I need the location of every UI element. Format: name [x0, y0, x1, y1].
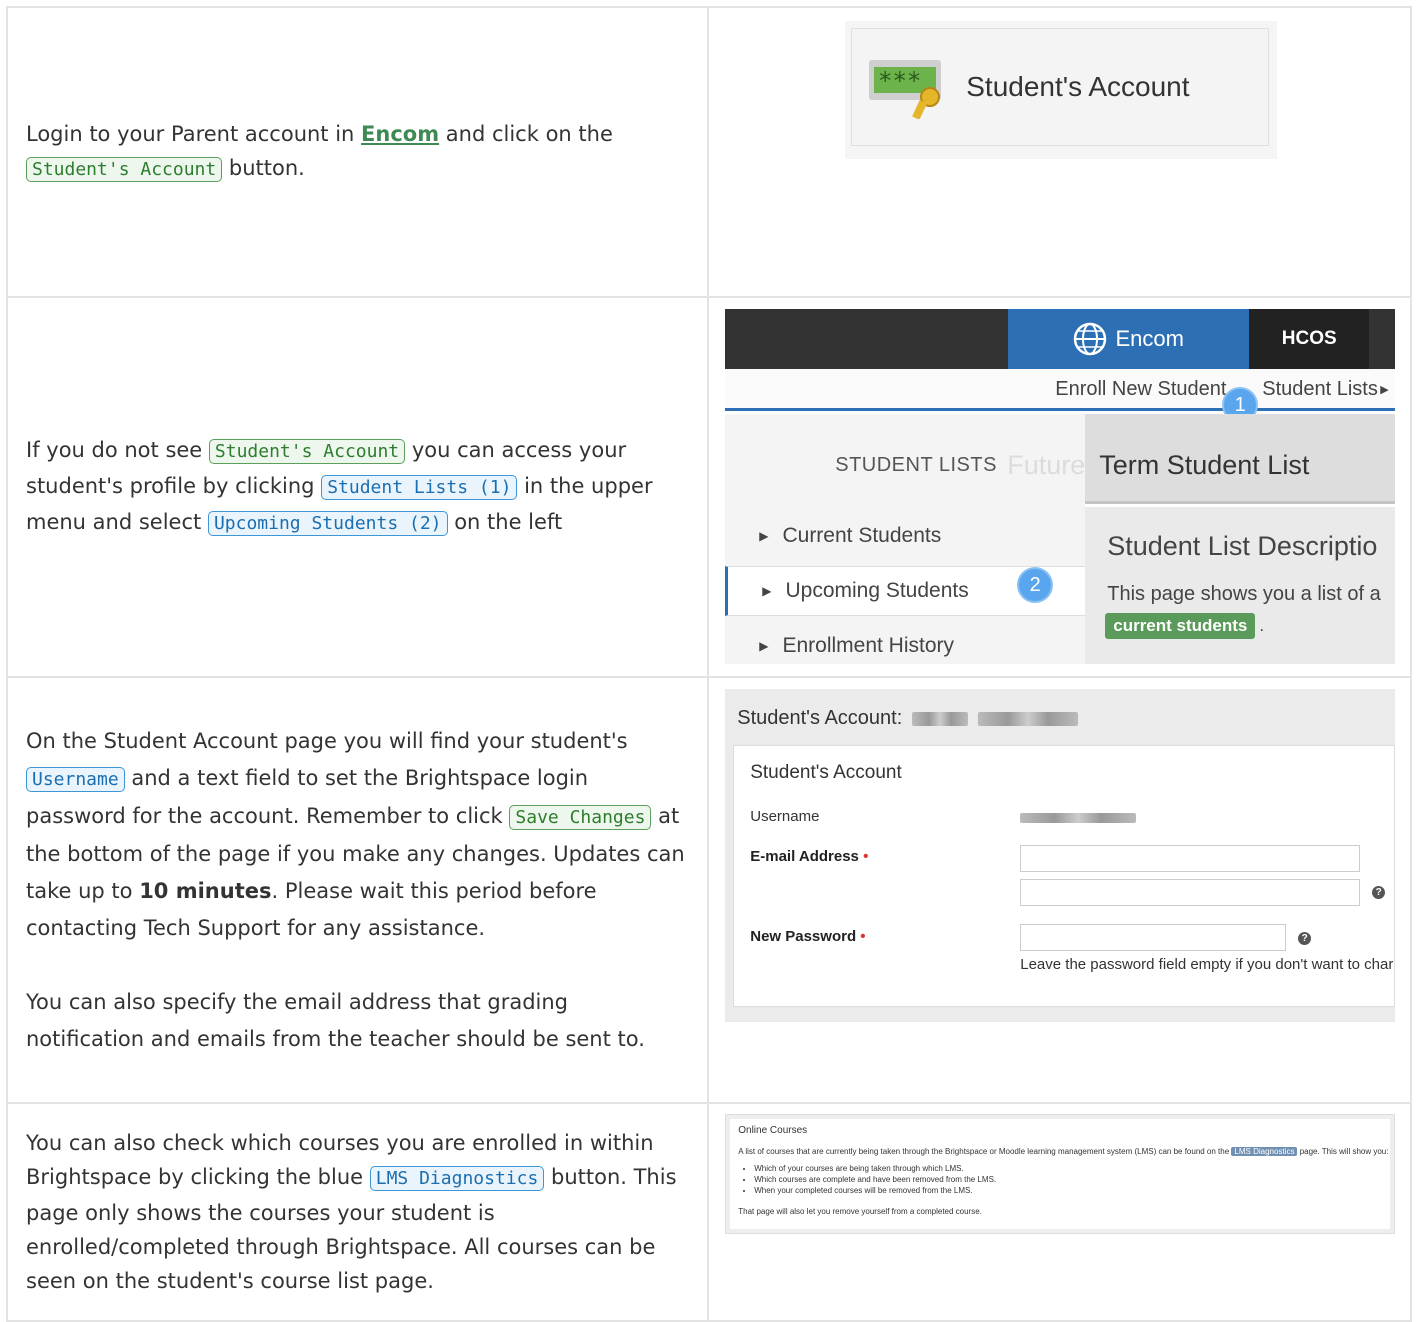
required-mark: •	[863, 848, 869, 865]
email-label: E-mail Address •	[750, 848, 868, 865]
form-card-title: Student's Account	[750, 762, 902, 783]
brand-name: Encom	[1115, 326, 1184, 351]
student-account-form-shot: Student's Account: Student's Account Use…	[725, 689, 1396, 1022]
step-row-3: On the Student Account page you will fin…	[5, 676, 1412, 1104]
step-2-text-a: If you do not see	[26, 438, 209, 462]
sidebar-item-label: Current Students	[782, 524, 942, 547]
step-1-text-b: and click on the	[439, 122, 613, 146]
tag-label: current students	[1113, 616, 1248, 635]
description-text: This page shows you a list of a	[1107, 583, 1381, 605]
blurred-name	[978, 711, 1079, 726]
upcoming-students-code: Upcoming Students (2)	[207, 511, 448, 536]
email-confirm-field[interactable]	[1020, 879, 1361, 906]
encom-link[interactable]: Encom	[361, 122, 439, 146]
sidebar-title: STUDENT LISTS	[835, 454, 997, 476]
online-courses-title: Online Courses	[738, 1125, 808, 1136]
key-password-icon: ***	[869, 60, 942, 119]
list-item: Which of your courses are being taken th…	[754, 1163, 996, 1174]
password-label: New Password •	[750, 928, 865, 945]
username-label: Username	[750, 808, 820, 825]
sidebar-item-label: Enrollment History	[782, 634, 955, 657]
menu-student-lists[interactable]: Student Lists	[1262, 378, 1378, 401]
org-tab[interactable]: HCOS	[1249, 309, 1370, 369]
password-label-text: New Password	[750, 928, 857, 945]
username-code: Username	[26, 766, 125, 792]
sidebar-item-enrollment-history[interactable]: ▶ Enrollment History	[725, 621, 1085, 664]
required-mark: •	[860, 928, 866, 945]
step-3-paragraph-1: On the Student Account page you will fin…	[26, 723, 689, 947]
callout-badge-2: 2	[1017, 567, 1054, 603]
step-3-paragraph-2: You can also specify the email address t…	[26, 989, 645, 1051]
step-1-text-a: Login to your Parent account in	[26, 122, 362, 146]
step-2-screenshot: Encom HCOS Enroll New Student Student Li…	[707, 296, 1412, 678]
ten-minutes-bold: 10 minutes	[139, 878, 272, 903]
instructions-table: Login to your Parent account in Encom an…	[5, 6, 1412, 1322]
list-item: Which courses are complete and have been…	[754, 1174, 996, 1185]
caret-right-icon: ▶	[759, 529, 769, 543]
step-1-text: Login to your Parent account in Encom an…	[5, 6, 710, 298]
password-hint: Leave the password field empty if you do…	[1020, 956, 1394, 973]
encom-nav-shot: Encom HCOS Enroll New Student Student Li…	[725, 309, 1396, 664]
sidebar-item-label: Upcoming Students	[785, 579, 969, 602]
step-3-text-a: On the Student Account page you will fin…	[26, 728, 628, 753]
current-students-tag: current students.	[1105, 613, 1264, 639]
caret-right-icon: ▶	[762, 584, 772, 598]
step-3-text: On the Student Account page you will fin…	[5, 676, 710, 1104]
top-bar: Encom HCOS	[725, 309, 1396, 369]
desc-b: page. This will show you:	[1299, 1147, 1389, 1156]
lms-diagnostics-code: LMS Diagnostics	[369, 1166, 545, 1191]
help-icon[interactable]: ?	[1372, 886, 1386, 899]
page-header: Future Term Student List	[1007, 414, 1396, 504]
student-account-button-label: Student's Account	[966, 71, 1190, 102]
student-account-code: Student's Account	[26, 157, 223, 182]
online-courses-desc: A list of courses that are currently bei…	[738, 1147, 1388, 1156]
form-header: Student's Account:	[737, 707, 1079, 730]
sidebar-item-current-students[interactable]: ▶ Current Students	[725, 511, 1085, 561]
student-account-button-shot: *** Student's Account	[845, 21, 1278, 159]
caret-right-icon: ▶	[759, 639, 769, 653]
step-row-1: Login to your Parent account in Encom an…	[5, 6, 1412, 298]
email-field[interactable]	[1020, 845, 1361, 872]
page-body: Student List Descriptio This page shows …	[1085, 507, 1396, 664]
menu-arrow-icon: ▶	[1380, 384, 1389, 396]
new-password-field[interactable]	[1020, 924, 1287, 951]
blurred-name	[912, 711, 969, 726]
step-2-text-d: on the left	[447, 510, 563, 534]
description-heading: Student List Descriptio	[1107, 531, 1378, 561]
email-label-text: E-mail Address	[750, 848, 859, 865]
page-title: Term Student List	[1099, 450, 1310, 480]
menu-enroll-new-student[interactable]: Enroll New Student	[1055, 378, 1226, 401]
tag-suffix: .	[1259, 616, 1265, 635]
step-2-text: If you do not see Student's Account you …	[5, 296, 710, 678]
step-1-text-c: button.	[222, 156, 305, 180]
help-icon[interactable]: ?	[1298, 932, 1312, 945]
list-item: When your completed courses will be remo…	[754, 1185, 996, 1196]
blurred-username	[1020, 813, 1137, 823]
step-1-screenshot: *** Student's Account	[707, 6, 1412, 298]
student-account-code-2: Student's Account	[208, 439, 406, 464]
online-courses-shot: Online Courses A list of courses that ar…	[725, 1114, 1396, 1234]
step-row-4: You can also check which courses you are…	[5, 1102, 1412, 1322]
svg-text:***: ***	[878, 67, 921, 95]
form-header-label: Student's Account:	[737, 707, 903, 729]
encom-brand: Encom	[1008, 309, 1250, 369]
ghost-title: Future	[1007, 450, 1086, 480]
lms-bullet-list: Which of your courses are being taken th…	[754, 1163, 996, 1196]
step-row-2: If you do not see Student's Account you …	[5, 296, 1412, 678]
student-lists-code: Student Lists (1)	[321, 475, 518, 500]
form-card: Student's Account Username E-mail Addres…	[733, 745, 1396, 1007]
desc-a: A list of courses that are currently bei…	[738, 1147, 1230, 1156]
step-3-screenshot: Student's Account: Student's Account Use…	[707, 676, 1412, 1104]
save-changes-code: Save Changes	[509, 804, 652, 830]
globe-icon	[1074, 322, 1107, 356]
lms-diagnostics-button[interactable]: LMS Diagnostics	[1231, 1147, 1298, 1156]
sub-menu: Enroll New Student Student Lists ▶	[725, 369, 1396, 411]
step-4-text: You can also check which courses you are…	[5, 1102, 710, 1322]
step-4-screenshot: Online Courses A list of courses that ar…	[707, 1102, 1412, 1322]
online-courses-footer: That page will also let you remove yours…	[738, 1207, 982, 1216]
